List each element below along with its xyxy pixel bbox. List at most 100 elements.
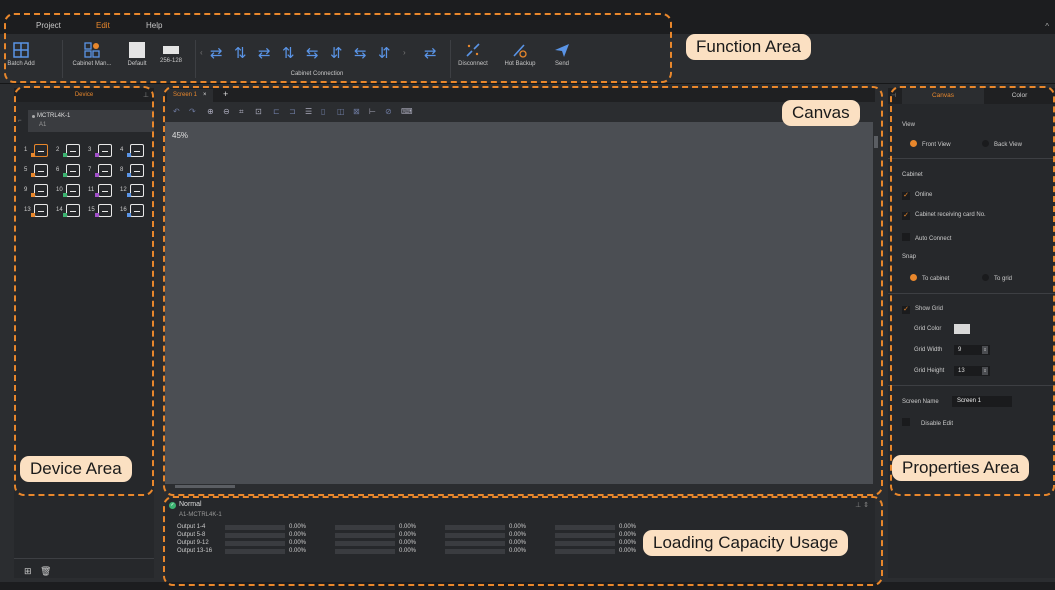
zoom-out-icon[interactable]: ⊖ — [223, 107, 230, 116]
copy-icon[interactable]: ▯ — [321, 107, 325, 116]
send-icon — [555, 44, 569, 57]
port-number: 6 — [56, 167, 60, 173]
title-bar — [0, 0, 1055, 18]
flip-icon[interactable]: ⊠ — [353, 107, 360, 116]
output-port-10[interactable]: 10 — [56, 184, 82, 200]
controller-status-icon — [32, 115, 35, 118]
online-checkbox[interactable]: ✓ Online — [902, 192, 932, 200]
batch-add-button[interactable]: Batch Add — [6, 42, 36, 67]
connection-pattern-8-icon[interactable]: ⇵ — [378, 44, 391, 62]
collapse-ribbon-icon[interactable]: ^ — [1045, 22, 1049, 31]
stepper-arrows-icon[interactable]: ⇕ — [982, 346, 988, 354]
connection-pattern-7-icon[interactable]: ⇆ — [354, 44, 367, 62]
grid-color-swatch[interactable] — [954, 324, 970, 334]
snap-to-grid-radio[interactable]: To grid — [982, 274, 1012, 282]
align-center-icon[interactable]: ⊐ — [289, 107, 296, 116]
connection-pattern-3-icon[interactable]: ⇄ — [258, 44, 271, 62]
cabinet-256-128-button[interactable]: 256-128 — [156, 42, 186, 64]
scroll-right-icon[interactable]: › — [403, 48, 406, 57]
receiving-card-checkbox[interactable]: ✓ Cabinet receiving card No. — [902, 212, 986, 220]
canvas-horizontal-scrollbar[interactable] — [165, 484, 873, 490]
undo-icon[interactable]: ↶ — [173, 107, 180, 116]
grid-height-stepper[interactable]: 13 ⇕ — [954, 366, 990, 376]
disable-edit-checkbox[interactable]: Disable Edit — [902, 418, 953, 427]
connection-pattern-2-icon[interactable]: ⇅ — [234, 44, 247, 62]
lock-icon[interactable]: ⊘ — [385, 107, 392, 116]
output-port-2[interactable]: 2 — [56, 144, 82, 160]
cabinet-icon — [98, 184, 112, 197]
show-grid-checkbox[interactable]: ✓ Show Grid — [902, 306, 943, 314]
connection-pattern-1-icon[interactable]: ⇄ — [210, 44, 223, 62]
align-left-icon[interactable]: ⊏ — [273, 107, 280, 116]
controller-item[interactable]: MCTRL4K-1 A1 — [28, 110, 154, 132]
ribbon-separator — [62, 40, 63, 78]
tab-color[interactable]: Color — [984, 88, 1055, 104]
disconnect-icon — [466, 43, 480, 57]
scroll-left-icon[interactable]: ‹ — [200, 48, 203, 57]
output-port-3[interactable]: 3 — [88, 144, 114, 160]
send-button[interactable]: Send — [550, 42, 574, 67]
disconnect-button[interactable]: Disconnect — [456, 42, 490, 67]
screen-name-input[interactable] — [952, 396, 1012, 407]
default-cabinet-icon — [129, 42, 145, 58]
pin-icon[interactable]: ⊥ — [143, 91, 149, 99]
add-device-icon[interactable]: ⊞ — [24, 566, 32, 577]
keyboard-icon[interactable]: ⌨ — [401, 107, 413, 116]
zoom-in-icon[interactable]: ⊕ — [207, 107, 214, 116]
stepper-arrows-icon[interactable]: ⇕ — [982, 367, 988, 375]
actual-size-icon[interactable]: ⊡ — [255, 107, 262, 116]
capacity-percent: 0.00% — [509, 524, 527, 530]
menu-edit[interactable]: Edit — [96, 21, 110, 30]
menu-project[interactable]: Project — [36, 21, 61, 30]
tab-canvas[interactable]: Canvas — [902, 88, 984, 104]
cabinet-manager-button[interactable]: Cabinet Man... — [68, 42, 116, 67]
connection-pattern-4-icon[interactable]: ⇅ — [282, 44, 295, 62]
snap-to-cabinet-radio[interactable]: To cabinet — [910, 274, 949, 282]
port-color-marker — [95, 173, 99, 177]
ruler-icon[interactable]: ⊢ — [369, 107, 376, 116]
canvas-vertical-scrollbar[interactable] — [873, 122, 879, 484]
add-screen-button[interactable]: + — [223, 89, 228, 99]
scroll-thumb[interactable] — [874, 136, 878, 148]
default-cabinet-button[interactable]: Default — [124, 42, 150, 67]
output-port-11[interactable]: 11 — [88, 184, 114, 200]
redo-icon[interactable]: ↷ — [189, 107, 196, 116]
paste-icon[interactable]: ◫ — [337, 107, 345, 116]
device-tab[interactable]: Device — [14, 88, 154, 102]
output-port-6[interactable]: 6 — [56, 164, 82, 180]
pin-icon[interactable]: ⊥ ⇕ — [855, 501, 869, 509]
output-port-4[interactable]: 4 — [120, 144, 146, 160]
cabinet-icon — [66, 164, 80, 177]
delete-icon[interactable]: 🗑 — [40, 566, 51, 577]
output-port-15[interactable]: 15 — [88, 204, 114, 220]
output-port-14[interactable]: 14 — [56, 204, 82, 220]
expand-arrow-icon[interactable]: ⌐ — [18, 118, 22, 124]
menu-help[interactable]: Help — [146, 21, 162, 30]
output-port-7[interactable]: 7 — [88, 164, 114, 180]
canvas[interactable]: 45% — [165, 122, 873, 484]
output-port-13[interactable]: 13 — [24, 204, 50, 220]
capacity-percent: 0.00% — [509, 540, 527, 546]
fit-screen-icon[interactable]: ⌗ — [239, 107, 244, 117]
output-port-16[interactable]: 16 — [120, 204, 146, 220]
connection-pattern-6-icon[interactable]: ⇵ — [330, 44, 343, 62]
connection-pattern-5-icon[interactable]: ⇆ — [306, 44, 319, 62]
distribute-icon[interactable]: ☰ — [305, 107, 312, 116]
output-port-9[interactable]: 9 — [24, 184, 50, 200]
screen-tab[interactable]: Screen 1 × — [167, 89, 213, 102]
front-view-radio[interactable]: Front View — [910, 140, 951, 148]
cabinet-icon — [34, 164, 48, 177]
output-port-1[interactable]: 1 — [24, 144, 50, 160]
auto-connect-checkbox[interactable]: Auto Connect — [902, 233, 951, 242]
connection-pattern-9-icon[interactable]: ⇄ — [424, 44, 437, 62]
output-port-12[interactable]: 12 — [120, 184, 146, 200]
send-label: Send — [554, 61, 569, 67]
back-view-radio[interactable]: Back View — [982, 140, 1022, 148]
hot-backup-button[interactable]: Hot Backup — [500, 42, 540, 67]
close-tab-icon[interactable]: × — [203, 92, 207, 98]
grid-width-stepper[interactable]: 9 ⇕ — [954, 345, 990, 355]
scroll-thumb[interactable] — [175, 485, 235, 488]
output-port-5[interactable]: 5 — [24, 164, 50, 180]
output-port-8[interactable]: 8 — [120, 164, 146, 180]
pin-icon[interactable]: ⊣ — [891, 92, 896, 99]
